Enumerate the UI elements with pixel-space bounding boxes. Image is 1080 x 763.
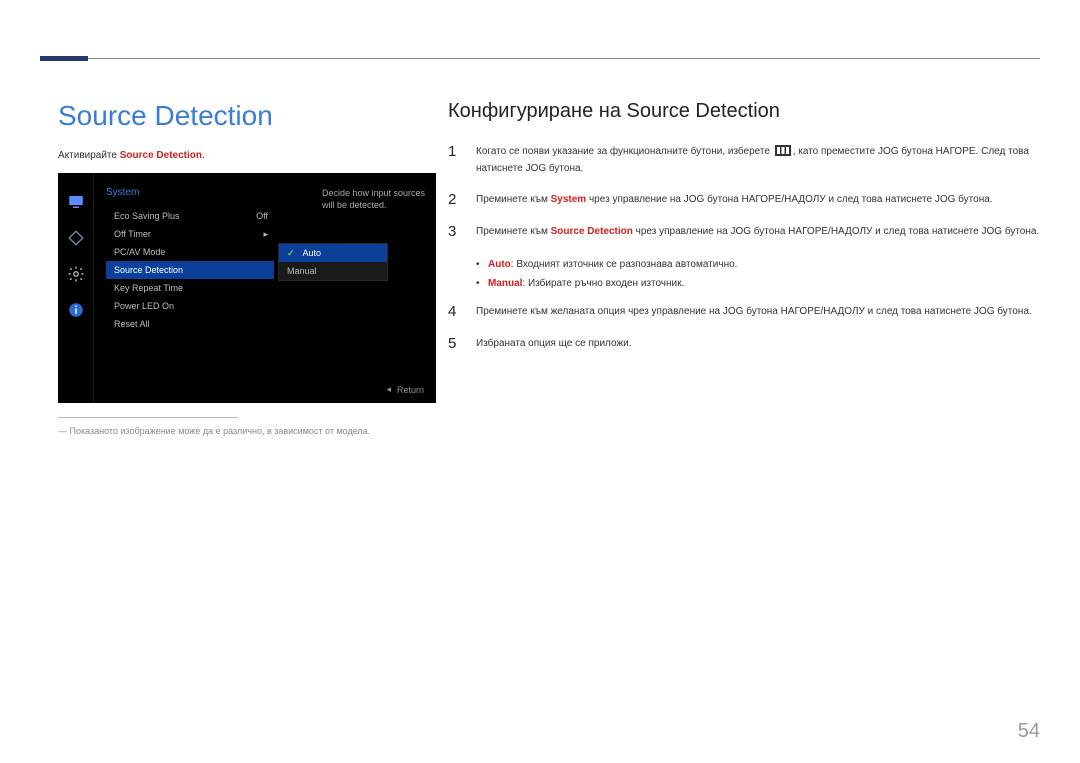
gear-icon [65,263,87,285]
osd-sub-auto: ✓ Auto [279,244,387,262]
osd-footer: ◂ Return [386,384,424,395]
page-title: Source Detection [58,100,273,132]
step-num-4: 4 [448,303,462,321]
picture-icon [65,227,87,249]
monitor-icon [65,191,87,213]
right-column: Конфигуриране на Source Detection 1 Кога… [448,100,1040,367]
return-arrow-icon: ◂ [386,384,391,395]
chevron-right-icon: ▸ [263,229,268,240]
option-bullets: Auto: Входният източник се разпознава ав… [448,255,1040,293]
caption-rule [58,417,238,418]
osd-sidebar [58,173,94,403]
step-num-1: 1 [448,143,462,177]
osd-submenu: ✓ Auto Manual [278,243,388,281]
image-caption: ― Показаното изображение може да е разли… [58,426,433,436]
activate-pre: Активирайте [58,150,120,161]
activate-bold: Source Detection [120,150,202,161]
osd-item-key-repeat: Key Repeat Time [106,279,274,297]
header-accent [40,56,88,61]
osd-item-reset-all: Reset All [106,315,274,333]
header-rule [40,58,1040,59]
osd-screenshot: System Eco Saving Plus Off Off Timer ▸ P… [58,173,436,403]
osd-item-power-led: Power LED On [106,297,274,315]
osd-item-eco: Eco Saving Plus Off [106,207,274,225]
page-number: 54 [1018,720,1040,743]
step-num-3: 3 [448,223,462,241]
configure-heading: Конфигуриране на Source Detection [448,100,1040,123]
osd-item-source-detection: Source Detection [106,261,274,279]
step-1: 1 Когато се появи указание за функционал… [448,143,1040,177]
menu-icon [775,145,791,156]
step-2: 2 Преминете към System чрез управление н… [448,191,1040,209]
osd-item-off-timer: Off Timer ▸ [106,225,274,243]
step-5: 5 Избраната опция ще се приложи. [448,335,1040,353]
step-3-text: Преминете към Source Detection чрез упра… [476,223,1039,241]
osd-sub-manual: Manual [279,262,387,280]
osd-help-text: Decide how input sources will be detecte… [322,187,428,211]
step-2-text: Преминете към System чрез управление на … [476,191,993,209]
osd-section-title: System [106,187,139,198]
bullet-auto: Auto: Входният източник се разпознава ав… [476,255,1040,274]
step-1-text: Когато се появи указание за функционални… [476,143,1040,177]
osd-item-pcav: PC/AV Mode [106,243,274,261]
step-3: 3 Преминете към Source Detection чрез уп… [448,223,1040,241]
bullet-manual: Manual: Избирате ръчно входен източник. [476,274,1040,293]
osd-menu-list: Eco Saving Plus Off Off Timer ▸ PC/AV Mo… [106,207,274,333]
osd-return-label: Return [397,385,424,395]
check-icon: ✓ [287,248,295,259]
step-num-5: 5 [448,335,462,353]
step-5-text: Избраната опция ще се приложи. [476,335,631,353]
step-4: 4 Преминете към желаната опция чрез упра… [448,303,1040,321]
left-column: Активирайте Source Detection. System Eco… [58,150,433,436]
activate-post: . [202,150,205,161]
step-4-text: Преминете към желаната опция чрез управл… [476,303,1032,321]
activate-line: Активирайте Source Detection. [58,150,433,161]
info-icon [65,299,87,321]
step-num-2: 2 [448,191,462,209]
